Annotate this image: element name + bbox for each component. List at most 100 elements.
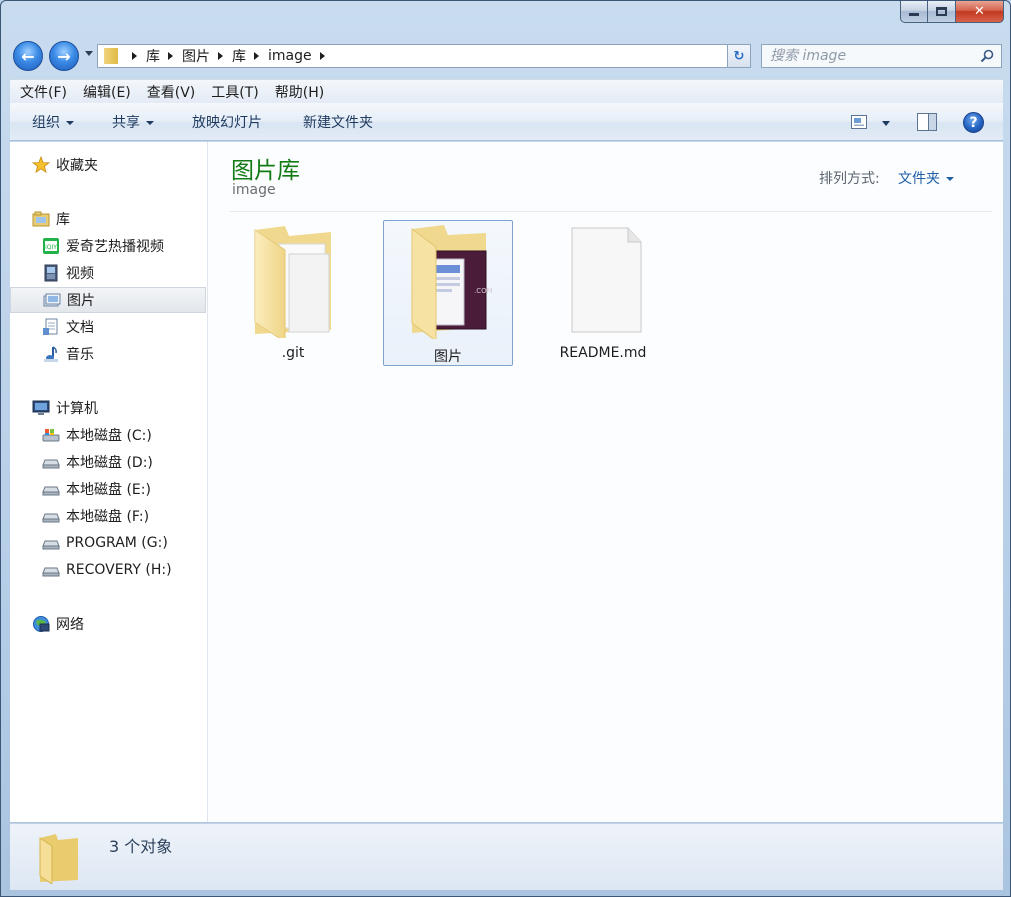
iqiyi-icon: iQIY bbox=[43, 238, 59, 254]
back-button[interactable]: ← bbox=[13, 41, 43, 71]
sidebar-item-favorites[interactable]: 收藏夹 bbox=[10, 152, 206, 178]
page-subtitle: image bbox=[232, 182, 276, 198]
breadcrumb-item[interactable]: 库 bbox=[232, 46, 246, 66]
close-button[interactable]: ✕ bbox=[956, 1, 1004, 23]
page-title: 图片库 bbox=[231, 158, 300, 184]
file-name: .git bbox=[281, 345, 305, 361]
breadcrumb-separator-icon[interactable] bbox=[319, 52, 325, 60]
new-folder-button[interactable]: 新建文件夹 bbox=[303, 112, 373, 132]
menu-view[interactable]: 查看(V) bbox=[147, 82, 196, 102]
sidebar-item-libraries[interactable]: 库 bbox=[10, 206, 206, 232]
file-item[interactable]: .COM 图片 bbox=[383, 220, 513, 366]
content-pane: 图片库 image 排列方式: 文件夹 .git .COM 图片 README.… bbox=[208, 142, 1003, 822]
refresh-button[interactable]: ↻ bbox=[727, 44, 751, 68]
svg-text:.COM: .COM bbox=[474, 287, 493, 295]
organize-button[interactable]: 组织 bbox=[32, 112, 74, 132]
refresh-icon: ↻ bbox=[733, 48, 745, 64]
sidebar-item-label: 本地磁盘 (D:) bbox=[66, 455, 153, 471]
sidebar-item-label: 库 bbox=[56, 212, 70, 228]
breadcrumb-item[interactable]: image bbox=[268, 48, 312, 64]
folder-icon bbox=[254, 226, 331, 338]
sidebar-item-label: 网络 bbox=[56, 617, 84, 633]
forward-button[interactable]: → bbox=[49, 41, 79, 71]
sidebar-item-music[interactable]: 音乐 bbox=[10, 341, 206, 367]
sidebar-item-network[interactable]: 网络 bbox=[10, 611, 206, 637]
file-name: README.md bbox=[559, 345, 647, 361]
sidebar-item-drive-g[interactable]: PROGRAM (G:) bbox=[10, 530, 206, 556]
search-input[interactable] bbox=[770, 48, 960, 64]
view-options-dropdown[interactable] bbox=[882, 121, 890, 126]
breadcrumb-separator-icon[interactable] bbox=[168, 52, 173, 60]
item-count: 3 个对象 bbox=[109, 837, 173, 856]
minimize-icon bbox=[909, 13, 919, 16]
documents-library-icon bbox=[43, 318, 58, 335]
folder-icon bbox=[104, 48, 118, 64]
pictures-library-icon bbox=[43, 293, 61, 307]
forward-arrow-icon: → bbox=[57, 46, 71, 66]
minimize-button[interactable] bbox=[900, 1, 928, 23]
navigation-bar: ← → 库 图片 库 image ↻ bbox=[9, 39, 1004, 73]
breadcrumb-separator-icon[interactable] bbox=[254, 52, 259, 60]
preview-pane-icon[interactable] bbox=[917, 113, 937, 131]
sidebar-item-label: RECOVERY (H:) bbox=[66, 562, 172, 578]
sidebar-item-label: 音乐 bbox=[66, 347, 94, 363]
sidebar-item-pictures[interactable]: 图片 bbox=[10, 287, 206, 313]
dropdown-arrow-icon bbox=[146, 120, 154, 125]
breadcrumb-separator-icon[interactable] bbox=[218, 52, 223, 60]
command-bar: 组织 共享 放映幻灯片 新建文件夹 ? bbox=[10, 103, 1003, 141]
share-label: 共享 bbox=[112, 114, 140, 131]
maximize-button[interactable] bbox=[928, 1, 956, 23]
change-view-icon[interactable] bbox=[851, 115, 867, 129]
image-folder-icon: .COM bbox=[411, 225, 493, 339]
menu-bar: 文件(F) 编辑(E) 查看(V) 工具(T) 帮助(H) bbox=[10, 79, 1003, 103]
sidebar-item-label: 本地磁盘 (C:) bbox=[66, 428, 152, 444]
sidebar-item-label: 收藏夹 bbox=[56, 158, 98, 174]
sidebar-item-drive-h[interactable]: RECOVERY (H:) bbox=[10, 557, 206, 583]
video-library-icon bbox=[44, 264, 58, 282]
sidebar-item-drive-c[interactable]: 本地磁盘 (C:) bbox=[10, 422, 206, 448]
menu-edit[interactable]: 编辑(E) bbox=[83, 82, 131, 102]
arrange-by-dropdown[interactable]: 文件夹 bbox=[898, 168, 954, 188]
search-icon[interactable] bbox=[980, 49, 994, 63]
sidebar-item-label: 视频 bbox=[66, 266, 94, 282]
menu-help[interactable]: 帮助(H) bbox=[275, 82, 324, 102]
help-button[interactable]: ? bbox=[963, 112, 984, 133]
library-icon bbox=[32, 211, 50, 227]
file-item[interactable]: .git bbox=[228, 220, 358, 366]
breadcrumb-item[interactable]: 图片 bbox=[182, 46, 210, 66]
music-library-icon bbox=[44, 346, 58, 362]
drive-icon bbox=[42, 486, 60, 496]
sidebar-item-drive-e[interactable]: 本地磁盘 (E:) bbox=[10, 476, 206, 502]
sidebar-item-computer[interactable]: 计算机 bbox=[10, 395, 206, 421]
explorer-window: ✕ ← → 库 图片 库 image ↻ 搜索 image 文件(F) 编辑(E… bbox=[0, 0, 1011, 897]
breadcrumb-item[interactable]: 库 bbox=[146, 46, 160, 66]
sidebar-item-label: 爱奇艺热播视频 bbox=[66, 239, 164, 255]
breadcrumb: 库 图片 库 image bbox=[124, 46, 334, 66]
menu-tools[interactable]: 工具(T) bbox=[211, 82, 258, 102]
arrange-by-label: 排列方式: bbox=[819, 171, 880, 187]
file-item[interactable]: README.md bbox=[538, 220, 668, 366]
share-button[interactable]: 共享 bbox=[112, 112, 154, 132]
drive-icon bbox=[42, 567, 60, 577]
file-name: 图片 bbox=[434, 349, 462, 365]
sidebar-item-drive-f[interactable]: 本地磁盘 (F:) bbox=[10, 503, 206, 529]
recent-pages-dropdown[interactable] bbox=[85, 51, 93, 56]
network-icon bbox=[33, 616, 50, 632]
drive-icon bbox=[42, 540, 60, 550]
header-divider bbox=[230, 211, 992, 212]
sidebar-item-videos[interactable]: 视频 bbox=[10, 260, 206, 286]
menu-file[interactable]: 文件(F) bbox=[20, 82, 67, 102]
caption-buttons: ✕ bbox=[900, 1, 1004, 27]
breadcrumb-separator-icon[interactable] bbox=[132, 52, 137, 60]
address-bar[interactable]: 库 图片 库 image bbox=[97, 44, 743, 68]
dropdown-arrow-icon bbox=[946, 177, 954, 181]
document-icon bbox=[571, 227, 642, 333]
sidebar-item-drive-d[interactable]: 本地磁盘 (D:) bbox=[10, 449, 206, 475]
close-icon: ✕ bbox=[974, 4, 985, 19]
sidebar-item-label: 文档 bbox=[66, 320, 94, 336]
sidebar-item-documents[interactable]: 文档 bbox=[10, 314, 206, 340]
sidebar-item-label: PROGRAM (G:) bbox=[66, 535, 168, 551]
slideshow-button[interactable]: 放映幻灯片 bbox=[192, 112, 262, 132]
sidebar-item-iqiyi[interactable]: iQIY 爱奇艺热播视频 bbox=[10, 233, 206, 259]
search-box[interactable] bbox=[761, 44, 1002, 68]
